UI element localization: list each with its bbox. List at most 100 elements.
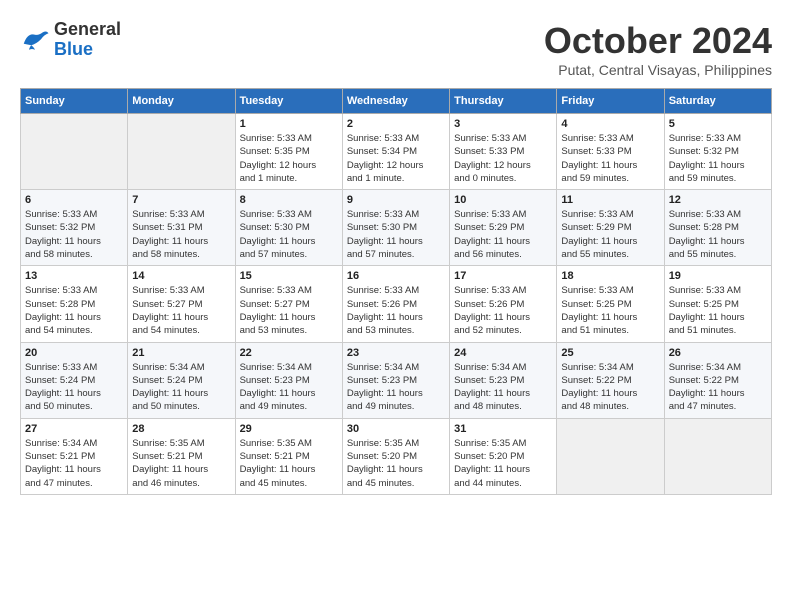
- day-number: 27: [25, 423, 123, 435]
- day-number: 13: [25, 270, 123, 282]
- calendar-cell: 27 Sunrise: 5:34 AM Sunset: 5:21 PM Dayli…: [21, 418, 128, 494]
- day-info: Sunrise: 5:35 AM Sunset: 5:21 PM Dayligh…: [240, 437, 338, 490]
- calendar-cell: 22 Sunrise: 5:34 AM Sunset: 5:23 PM Dayli…: [235, 342, 342, 418]
- calendar-cell: 29 Sunrise: 5:35 AM Sunset: 5:21 PM Dayli…: [235, 418, 342, 494]
- day-info: Sunrise: 5:33 AM Sunset: 5:32 PM Dayligh…: [25, 208, 123, 261]
- day-info: Sunrise: 5:33 AM Sunset: 5:35 PM Dayligh…: [240, 132, 338, 185]
- day-info: Sunrise: 5:34 AM Sunset: 5:24 PM Dayligh…: [132, 361, 230, 414]
- logo-general-text: General: [54, 19, 121, 39]
- day-info: Sunrise: 5:35 AM Sunset: 5:21 PM Dayligh…: [132, 437, 230, 490]
- day-number: 7: [132, 194, 230, 206]
- calendar-cell: 24Sunrise: 5:34 AM Sunset: 5:23 PM Dayli…: [450, 342, 557, 418]
- day-info: Sunrise: 5:33 AM Sunset: 5:26 PM Dayligh…: [454, 284, 552, 337]
- calendar-cell: 14 Sunrise: 5:33 AM Sunset: 5:27 PM Dayli…: [128, 266, 235, 342]
- calendar-week-row: 13Sunrise: 5:33 AM Sunset: 5:28 PM Dayli…: [21, 266, 772, 342]
- day-number: 21: [132, 347, 230, 359]
- calendar-cell: [557, 418, 664, 494]
- calendar-cell: 3 Sunrise: 5:33 AM Sunset: 5:33 PM Daylig…: [450, 114, 557, 190]
- day-number: 10: [454, 194, 552, 206]
- day-info: Sunrise: 5:33 AM Sunset: 5:25 PM Dayligh…: [561, 284, 659, 337]
- title-block: October 2024 Putat, Central Visayas, Phi…: [544, 20, 772, 78]
- logo-bird-icon: [20, 28, 50, 52]
- calendar-cell: 30 Sunrise: 5:35 AM Sunset: 5:20 PM Dayli…: [342, 418, 449, 494]
- calendar-cell: 28 Sunrise: 5:35 AM Sunset: 5:21 PM Dayli…: [128, 418, 235, 494]
- calendar-cell: 2 Sunrise: 5:33 AM Sunset: 5:34 PM Daylig…: [342, 114, 449, 190]
- calendar-cell: 19 Sunrise: 5:33 AM Sunset: 5:25 PM Dayli…: [664, 266, 771, 342]
- calendar-cell: 25Sunrise: 5:34 AM Sunset: 5:22 PM Dayli…: [557, 342, 664, 418]
- calendar-cell: 4Sunrise: 5:33 AM Sunset: 5:33 PM Daylig…: [557, 114, 664, 190]
- calendar-cell: 8Sunrise: 5:33 AM Sunset: 5:30 PM Daylig…: [235, 190, 342, 266]
- logo: General Blue: [20, 20, 121, 60]
- day-number: 6: [25, 194, 123, 206]
- day-info: Sunrise: 5:34 AM Sunset: 5:22 PM Dayligh…: [561, 361, 659, 414]
- day-number: 18: [561, 270, 659, 282]
- day-number: 1: [240, 118, 338, 130]
- location-text: Putat, Central Visayas, Philippines: [544, 62, 772, 78]
- day-number: 30: [347, 423, 445, 435]
- day-info: Sunrise: 5:33 AM Sunset: 5:31 PM Dayligh…: [132, 208, 230, 261]
- calendar-week-row: 1 Sunrise: 5:33 AM Sunset: 5:35 PM Daylig…: [21, 114, 772, 190]
- calendar-cell: 13Sunrise: 5:33 AM Sunset: 5:28 PM Dayli…: [21, 266, 128, 342]
- calendar-week-row: 27 Sunrise: 5:34 AM Sunset: 5:21 PM Dayli…: [21, 418, 772, 494]
- day-info: Sunrise: 5:33 AM Sunset: 5:30 PM Dayligh…: [347, 208, 445, 261]
- day-number: 14: [132, 270, 230, 282]
- day-info: Sunrise: 5:33 AM Sunset: 5:27 PM Dayligh…: [132, 284, 230, 337]
- day-info: Sunrise: 5:34 AM Sunset: 5:23 PM Dayligh…: [240, 361, 338, 414]
- day-info: Sunrise: 5:35 AM Sunset: 5:20 PM Dayligh…: [454, 437, 552, 490]
- day-info: Sunrise: 5:34 AM Sunset: 5:23 PM Dayligh…: [347, 361, 445, 414]
- day-number: 31: [454, 423, 552, 435]
- day-number: 29: [240, 423, 338, 435]
- day-number: 11: [561, 194, 659, 206]
- calendar-cell: [21, 114, 128, 190]
- day-number: 2: [347, 118, 445, 130]
- day-number: 26: [669, 347, 767, 359]
- day-info: Sunrise: 5:33 AM Sunset: 5:25 PM Dayligh…: [669, 284, 767, 337]
- day-info: Sunrise: 5:33 AM Sunset: 5:34 PM Dayligh…: [347, 132, 445, 185]
- day-info: Sunrise: 5:33 AM Sunset: 5:33 PM Dayligh…: [454, 132, 552, 185]
- day-header-tuesday: Tuesday: [235, 89, 342, 114]
- day-number: 15: [240, 270, 338, 282]
- calendar-cell: 10 Sunrise: 5:33 AM Sunset: 5:29 PM Dayli…: [450, 190, 557, 266]
- day-info: Sunrise: 5:35 AM Sunset: 5:20 PM Dayligh…: [347, 437, 445, 490]
- calendar-cell: 1 Sunrise: 5:33 AM Sunset: 5:35 PM Daylig…: [235, 114, 342, 190]
- day-number: 16: [347, 270, 445, 282]
- logo-blue-text: Blue: [54, 39, 93, 59]
- calendar-cell: 17Sunrise: 5:33 AM Sunset: 5:26 PM Dayli…: [450, 266, 557, 342]
- day-info: Sunrise: 5:33 AM Sunset: 5:29 PM Dayligh…: [561, 208, 659, 261]
- calendar-cell: 21 Sunrise: 5:34 AM Sunset: 5:24 PM Dayli…: [128, 342, 235, 418]
- day-number: 22: [240, 347, 338, 359]
- day-header-sunday: Sunday: [21, 89, 128, 114]
- day-info: Sunrise: 5:34 AM Sunset: 5:22 PM Dayligh…: [669, 361, 767, 414]
- day-number: 28: [132, 423, 230, 435]
- day-header-friday: Friday: [557, 89, 664, 114]
- calendar-header-row: SundayMondayTuesdayWednesdayThursdayFrid…: [21, 89, 772, 114]
- day-header-thursday: Thursday: [450, 89, 557, 114]
- calendar-cell: 11 Sunrise: 5:33 AM Sunset: 5:29 PM Dayli…: [557, 190, 664, 266]
- day-number: 3: [454, 118, 552, 130]
- calendar-cell: [664, 418, 771, 494]
- day-header-monday: Monday: [128, 89, 235, 114]
- calendar-week-row: 6 Sunrise: 5:33 AM Sunset: 5:32 PM Daylig…: [21, 190, 772, 266]
- calendar-cell: 31 Sunrise: 5:35 AM Sunset: 5:20 PM Dayli…: [450, 418, 557, 494]
- day-header-wednesday: Wednesday: [342, 89, 449, 114]
- day-info: Sunrise: 5:33 AM Sunset: 5:26 PM Dayligh…: [347, 284, 445, 337]
- calendar-cell: 12Sunrise: 5:33 AM Sunset: 5:28 PM Dayli…: [664, 190, 771, 266]
- day-info: Sunrise: 5:33 AM Sunset: 5:29 PM Dayligh…: [454, 208, 552, 261]
- day-number: 5: [669, 118, 767, 130]
- day-number: 4: [561, 118, 659, 130]
- day-number: 19: [669, 270, 767, 282]
- month-title: October 2024: [544, 20, 772, 62]
- day-header-saturday: Saturday: [664, 89, 771, 114]
- day-number: 9: [347, 194, 445, 206]
- day-info: Sunrise: 5:33 AM Sunset: 5:27 PM Dayligh…: [240, 284, 338, 337]
- calendar-cell: 23Sunrise: 5:34 AM Sunset: 5:23 PM Dayli…: [342, 342, 449, 418]
- day-info: Sunrise: 5:33 AM Sunset: 5:24 PM Dayligh…: [25, 361, 123, 414]
- day-info: Sunrise: 5:34 AM Sunset: 5:21 PM Dayligh…: [25, 437, 123, 490]
- calendar-cell: 15 Sunrise: 5:33 AM Sunset: 5:27 PM Dayli…: [235, 266, 342, 342]
- page-header: General Blue October 2024 Putat, Central…: [20, 20, 772, 78]
- day-number: 24: [454, 347, 552, 359]
- day-info: Sunrise: 5:33 AM Sunset: 5:28 PM Dayligh…: [669, 208, 767, 261]
- calendar-cell: 9 Sunrise: 5:33 AM Sunset: 5:30 PM Daylig…: [342, 190, 449, 266]
- calendar-table: SundayMondayTuesdayWednesdayThursdayFrid…: [20, 88, 772, 495]
- calendar-cell: [128, 114, 235, 190]
